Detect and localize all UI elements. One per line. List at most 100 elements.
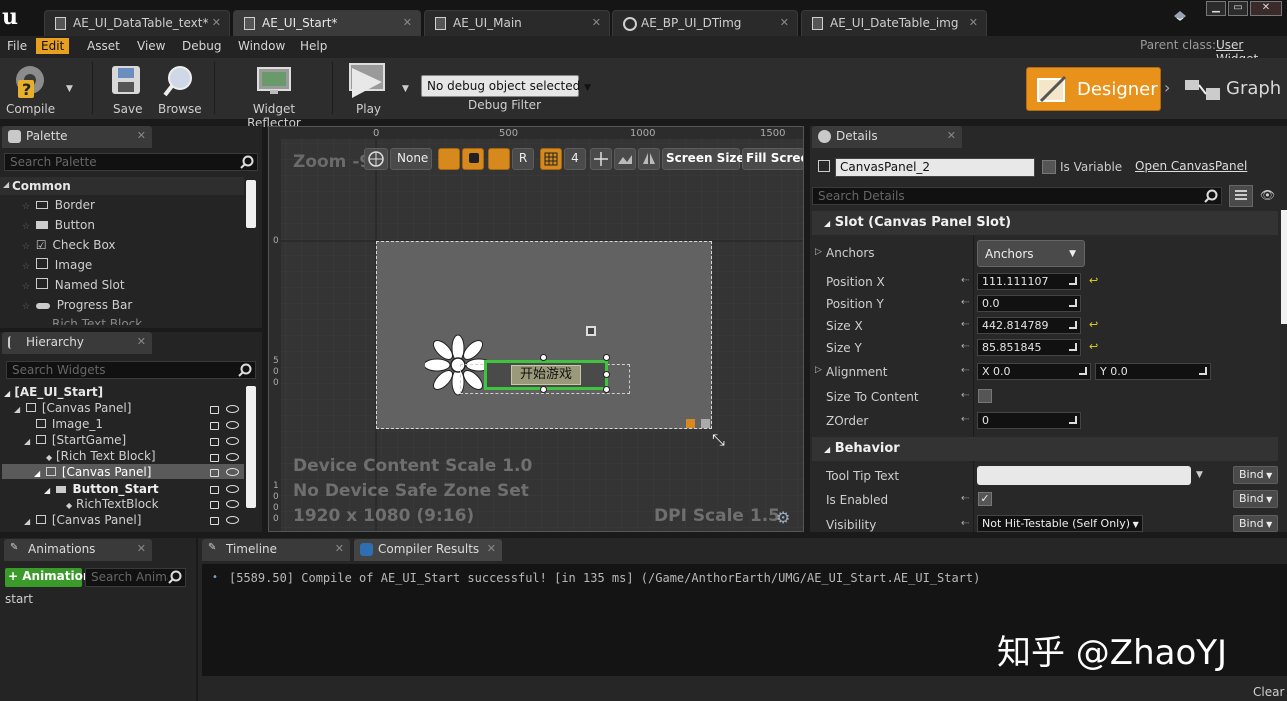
widget-name-input[interactable]: CanvasPanel_2 bbox=[835, 158, 1035, 177]
palette-item-named-slot[interactable]: ☆ Named Slot bbox=[22, 278, 125, 292]
hierarchy-row-root[interactable]: ◢ [AE_UI_Start] bbox=[4, 385, 103, 399]
eye-icon[interactable] bbox=[226, 437, 239, 445]
image-tool-button[interactable] bbox=[614, 148, 636, 170]
hierarchy-search-input[interactable]: Search Widgets bbox=[6, 361, 256, 379]
hierarchy-row-button-start[interactable]: ◢ Button_Start bbox=[44, 482, 159, 496]
add-animation-button[interactable]: + Animation bbox=[5, 568, 91, 587]
menu-asset[interactable]: Asset bbox=[87, 39, 120, 53]
position-x-field[interactable]: 111.111107 bbox=[977, 273, 1081, 290]
lock-icon[interactable] bbox=[210, 438, 219, 446]
tab-details[interactable]: Details ✕ bbox=[812, 126, 962, 148]
pin-icon[interactable]: ⇠ bbox=[961, 518, 969, 529]
eye-icon[interactable] bbox=[226, 421, 239, 429]
lock-toggle-button[interactable] bbox=[462, 148, 484, 170]
menu-window[interactable]: Window bbox=[238, 39, 285, 53]
menu-debug[interactable]: Debug bbox=[182, 39, 221, 53]
zorder-field[interactable]: 0 bbox=[977, 412, 1081, 429]
visibility-dropdown[interactable]: Not Hit-Testable (Self Only) ▼ bbox=[977, 515, 1143, 532]
reset-icon[interactable]: ↩ bbox=[1089, 274, 1098, 287]
resize-handle[interactable] bbox=[603, 371, 610, 378]
collapse-arrow-icon[interactable]: ▷ bbox=[815, 365, 822, 375]
eye-icon[interactable] bbox=[226, 516, 239, 524]
animation-item-start[interactable]: start bbox=[5, 592, 33, 606]
anchors-dropdown[interactable]: Anchors ▼ bbox=[977, 240, 1085, 267]
tooltip-input[interactable] bbox=[977, 466, 1191, 485]
palette-item-check-box[interactable]: ☆ ☑ Check Box bbox=[22, 238, 116, 252]
animation-search-input[interactable]: Search Anima bbox=[85, 568, 186, 587]
size-x-field[interactable]: 442.814789 bbox=[977, 317, 1081, 334]
eye-icon[interactable] bbox=[226, 485, 239, 493]
compiler-log-line[interactable]: [5589.50] Compile of AE_UI_Start success… bbox=[229, 571, 980, 585]
resize-corner-handle[interactable] bbox=[686, 419, 695, 428]
behavior-section-header[interactable]: ◢ Behavior bbox=[812, 437, 1278, 461]
resize-corner-handle[interactable] bbox=[701, 419, 710, 428]
tab-compiler-results[interactable]: Compiler Results ✕ bbox=[354, 539, 502, 561]
eye-icon[interactable] bbox=[226, 405, 239, 413]
palette-scrollbar[interactable] bbox=[246, 180, 256, 228]
play-button[interactable]: Play ▼ bbox=[342, 62, 412, 118]
mirror-tool-button[interactable] bbox=[638, 148, 660, 170]
hierarchy-row-startgame[interactable]: ◢ [StartGame] bbox=[24, 433, 126, 447]
property-matrix-button[interactable] bbox=[1229, 185, 1253, 207]
palette-item-progress-bar[interactable]: ☆ Progress Bar bbox=[22, 298, 132, 312]
clear-button[interactable]: Clear bbox=[1253, 685, 1284, 699]
menu-view[interactable]: View bbox=[137, 39, 165, 53]
chevron-down-icon[interactable]: ▼ bbox=[1196, 470, 1203, 480]
select-mode-button[interactable] bbox=[438, 148, 460, 170]
size-y-field[interactable]: 85.851845 bbox=[977, 339, 1081, 356]
close-icon[interactable]: ✕ bbox=[137, 335, 146, 348]
is-variable-checkbox[interactable] bbox=[1042, 160, 1056, 174]
tab-ae-ui-main[interactable]: AE_UI_Main ✕ bbox=[424, 10, 610, 36]
palette-category-common[interactable]: ◢ Common bbox=[0, 177, 244, 195]
tooltip-bind-button[interactable]: Bind ▼ bbox=[1233, 466, 1279, 484]
lock-icon[interactable] bbox=[210, 501, 219, 509]
visibility-bind-button[interactable]: Bind ▼ bbox=[1233, 515, 1279, 532]
grid-size-dropdown[interactable]: 4 bbox=[564, 148, 586, 170]
lock-icon[interactable] bbox=[210, 406, 219, 414]
globe-button[interactable] bbox=[364, 148, 388, 170]
reset-icon[interactable]: ↩ bbox=[1089, 318, 1098, 331]
position-y-field[interactable]: 0.0 bbox=[977, 295, 1081, 312]
slot-section-header[interactable]: ◢ Slot (Canvas Panel Slot) bbox=[812, 211, 1278, 235]
eye-icon[interactable] bbox=[226, 500, 239, 508]
anchor-handle[interactable] bbox=[586, 326, 596, 336]
hierarchy-row-richtextblock[interactable]: ◆ RichTextBlock bbox=[66, 497, 159, 511]
debug-object-select[interactable]: No debug object selected ▼ bbox=[421, 75, 591, 97]
tab-animations[interactable]: ✎ Animations ✕ bbox=[4, 539, 152, 561]
is-enabled-checkbox[interactable]: ✓ bbox=[978, 492, 992, 506]
widget-reflector-button[interactable]: Widget Reflector bbox=[228, 62, 320, 130]
resize-handle[interactable] bbox=[540, 354, 547, 361]
close-icon[interactable]: ✕ bbox=[780, 16, 789, 29]
close-icon[interactable]: ✕ bbox=[969, 16, 978, 29]
palette-item-button[interactable]: ☆ Button bbox=[22, 218, 95, 232]
tab-timeline[interactable]: ✎ Timeline ✕ bbox=[202, 539, 350, 561]
unreal-logo[interactable]: u bbox=[2, 4, 28, 30]
gear-icon[interactable]: ⚙ bbox=[776, 508, 790, 527]
close-icon[interactable]: ✕ bbox=[592, 16, 601, 29]
tab-ae-bp-ui-dtimg[interactable]: AE_BP_UI_DTimg ✕ bbox=[612, 10, 798, 36]
close-icon[interactable]: ✕ bbox=[403, 16, 412, 29]
alignment-x-field[interactable]: X 0.0 bbox=[977, 363, 1091, 380]
menu-help[interactable]: Help bbox=[300, 39, 327, 53]
layout-toggle-button[interactable] bbox=[488, 148, 510, 170]
pin-icon[interactable]: ⇠ bbox=[961, 493, 969, 504]
hierarchy-row-rich-text-block[interactable]: ◆ [Rich Text Block] bbox=[46, 449, 156, 463]
fill-screen-dropdown[interactable]: Fill Screen bbox=[742, 148, 804, 170]
r-button[interactable]: R bbox=[512, 148, 534, 170]
designer-mode-button[interactable]: Designer bbox=[1026, 67, 1161, 111]
alignment-y-field[interactable]: Y 0.0 bbox=[1095, 363, 1211, 380]
open-canvaspanel-link[interactable]: Open CanvasPanel bbox=[1135, 159, 1247, 173]
eye-filter-icon[interactable]: 👁 bbox=[1260, 188, 1275, 202]
resize-handle[interactable] bbox=[540, 386, 547, 393]
save-button[interactable]: Save bbox=[106, 62, 146, 118]
tab-ae-ui-datetable-img[interactable]: AE_UI_DateTable_img ✕ bbox=[801, 10, 987, 36]
move-tool-button[interactable] bbox=[590, 148, 612, 170]
browse-button[interactable]: Browse bbox=[156, 62, 202, 118]
size-to-content-checkbox[interactable] bbox=[978, 389, 992, 403]
start-game-button[interactable]: 开始游戏 bbox=[484, 360, 608, 390]
pin-icon[interactable]: ⇠ bbox=[961, 390, 969, 401]
eye-icon[interactable] bbox=[226, 453, 239, 461]
menu-edit[interactable]: Edit bbox=[36, 38, 70, 54]
close-icon[interactable]: ✕ bbox=[947, 129, 956, 142]
graph-mode-button[interactable]: Graph bbox=[1180, 68, 1281, 110]
